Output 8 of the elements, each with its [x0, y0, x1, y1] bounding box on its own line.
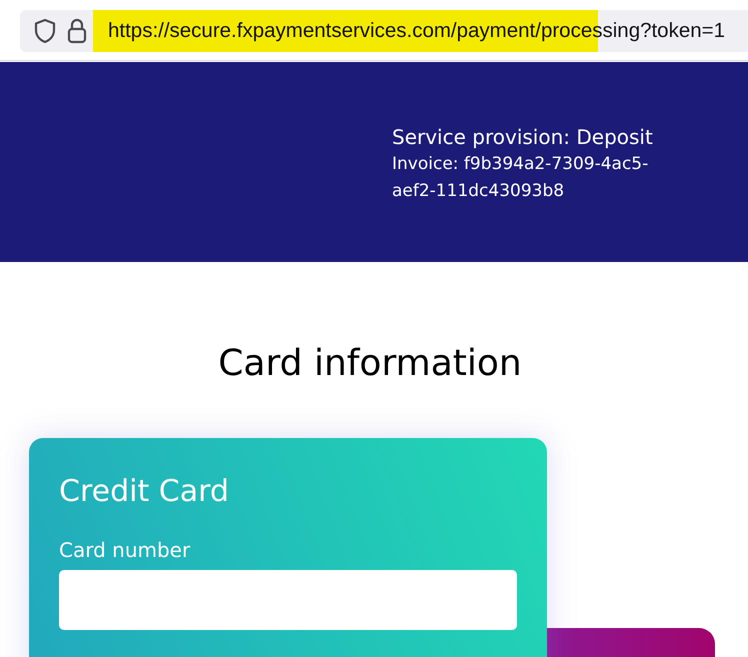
card-title: Credit Card — [59, 473, 230, 511]
shield-icon[interactable] — [33, 18, 57, 44]
invoice-text: Invoice: f9b394a2-7309-4ac5-aef2-111dc43093b8 — [392, 153, 650, 203]
lock-icon — [67, 18, 87, 44]
field-label: Card number — [59, 537, 192, 564]
page-title: Card information — [217, 342, 523, 386]
input-field[interactable] — [59, 570, 517, 630]
service-provision-text: Service provision: Deposit — [392, 124, 654, 151]
